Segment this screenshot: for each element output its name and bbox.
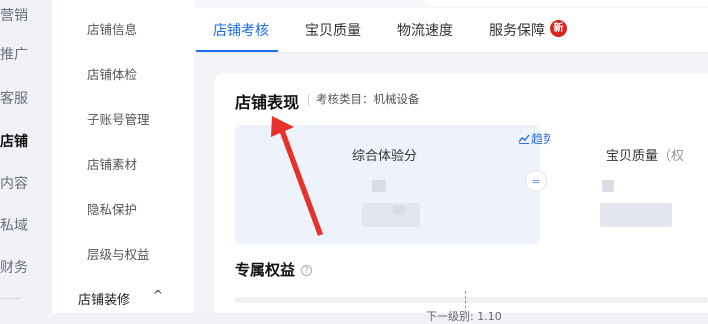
primary-nav-item-store[interactable]: 店铺 bbox=[0, 131, 28, 151]
item-quality-title-text: 宝贝质量 bbox=[606, 149, 659, 164]
blurred-quality-value bbox=[602, 180, 614, 192]
blurred-score-detail bbox=[362, 203, 420, 227]
trend-icon bbox=[518, 134, 530, 144]
tab-logistics-speed[interactable]: 物流速度 bbox=[397, 20, 453, 40]
assessment-category: 考核类目：机械设备 bbox=[316, 92, 420, 106]
equals-icon: = bbox=[525, 170, 547, 192]
main-content: 店铺考核 宝贝质量 物流速度 服务保障 新 店铺表现 考核类目：机械设备 综合体… bbox=[194, 0, 708, 323]
title-separator bbox=[308, 94, 309, 106]
level-progress-bar bbox=[235, 297, 708, 303]
tab-bar: 店铺考核 宝贝质量 物流速度 服务保障 新 bbox=[194, 8, 708, 53]
primary-nav-divider bbox=[0, 298, 20, 299]
blurred-quality-detail bbox=[600, 203, 672, 227]
overall-experience-score-panel[interactable]: 综合体验分 趋势 bbox=[235, 125, 555, 244]
new-badge: 新 bbox=[550, 20, 567, 37]
card-title: 店铺表现 bbox=[235, 93, 300, 112]
item-quality-weight-hint: （权 bbox=[658, 149, 685, 164]
secondary-nav-item-levels-benefits[interactable]: 层级与权益 bbox=[87, 244, 150, 263]
overall-experience-score-title: 综合体验分 bbox=[352, 149, 418, 164]
blurred-score-value bbox=[372, 180, 386, 192]
primary-nav-item-content[interactable]: 内容 bbox=[0, 173, 28, 193]
primary-nav-item-promotion[interactable]: 推广 bbox=[0, 44, 28, 64]
tab-service-guarantee[interactable]: 服务保障 bbox=[489, 20, 545, 40]
exclusive-benefits-title: 专属权益 bbox=[235, 261, 296, 279]
primary-nav: 营销 推广 客服 店铺 内容 私域 财务 bbox=[0, 0, 52, 313]
primary-nav-item-marketing[interactable]: 营销 bbox=[0, 5, 28, 25]
blurred-score-detail-part bbox=[393, 205, 405, 215]
secondary-nav-section-store-decoration[interactable]: 店铺装修 bbox=[78, 289, 130, 308]
tab-item-quality[interactable]: 宝贝质量 bbox=[305, 20, 361, 40]
help-icon[interactable]: ? bbox=[301, 265, 312, 276]
secondary-nav-item-subaccounts[interactable]: 子账号管理 bbox=[87, 109, 150, 128]
item-quality-title: 宝贝质量（权 bbox=[606, 145, 684, 164]
tab-store-assessment[interactable]: 店铺考核 bbox=[213, 20, 269, 40]
primary-nav-item-private-domain[interactable]: 私域 bbox=[0, 215, 28, 235]
secondary-nav-item-store-checkup[interactable]: 店铺体检 bbox=[87, 64, 137, 83]
primary-nav-item-finance[interactable]: 财务 bbox=[0, 257, 28, 277]
item-quality-panel[interactable]: 宝贝质量（权 bbox=[550, 125, 708, 244]
secondary-nav-item-store-materials[interactable]: 店铺素材 bbox=[87, 154, 137, 173]
secondary-nav-item-store-info[interactable]: 店铺信息 bbox=[87, 19, 137, 38]
secondary-nav: 店铺信息 店铺体检 子账号管理 店铺素材 隐私保护 层级与权益 店铺装修 ^ bbox=[52, 0, 194, 313]
chevron-up-icon[interactable]: ^ bbox=[153, 288, 163, 302]
active-tab-indicator bbox=[196, 50, 278, 52]
primary-nav-item-customer-service[interactable]: 客服 bbox=[0, 88, 28, 108]
secondary-nav-item-privacy[interactable]: 隐私保护 bbox=[87, 199, 137, 218]
top-strip bbox=[194, 0, 708, 8]
next-level-text: 下一级别: 1.10 bbox=[426, 310, 502, 323]
top-strip-panel bbox=[424, 0, 708, 7]
store-performance-card: 店铺表现 考核类目：机械设备 综合体验分 趋势 = 宝贝质量（权 专属权益 ? bbox=[214, 73, 708, 323]
